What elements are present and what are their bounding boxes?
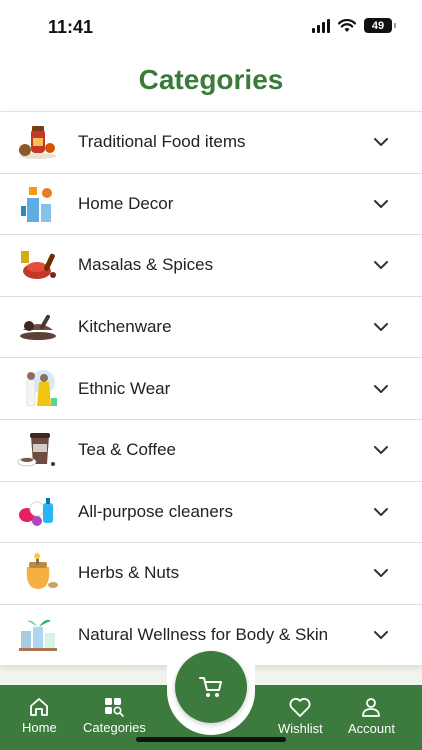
category-label: Tea & Coffee bbox=[78, 440, 176, 460]
category-label: Ethnic Wear bbox=[78, 378, 171, 398]
nav-categories[interactable]: Categories bbox=[83, 697, 146, 735]
nav-home-label: Home bbox=[22, 720, 57, 735]
chevron-down-icon[interactable] bbox=[366, 127, 396, 157]
category-label: Traditional Food items bbox=[78, 132, 246, 152]
cellular-signal-icon bbox=[312, 18, 330, 33]
home-decor-icon bbox=[17, 183, 59, 225]
category-label: Natural Wellness for Body & Skin bbox=[78, 625, 329, 645]
home-icon bbox=[30, 698, 49, 716]
wifi-icon bbox=[338, 18, 356, 32]
chevron-down-icon[interactable] bbox=[366, 250, 396, 280]
category-row-traditional-food[interactable]: Traditional Food items bbox=[0, 112, 422, 174]
home-indicator bbox=[136, 737, 286, 742]
battery-icon: 49 bbox=[364, 18, 396, 33]
category-label: Home Decor bbox=[78, 193, 174, 213]
wellness-icon bbox=[17, 614, 59, 656]
cart-icon bbox=[199, 677, 222, 697]
category-row-ethnic-wear[interactable]: Ethnic Wear bbox=[0, 358, 422, 420]
cleaners-icon bbox=[17, 491, 59, 533]
ethnic-wear-icon bbox=[17, 368, 59, 410]
category-row-home-decor[interactable]: Home Decor bbox=[0, 173, 422, 236]
page-title: Categories bbox=[138, 64, 284, 95]
chevron-down-icon[interactable] bbox=[366, 558, 396, 588]
chevron-down-icon[interactable] bbox=[366, 374, 396, 404]
categories-icon bbox=[105, 698, 125, 717]
category-label: All-purpose cleaners bbox=[78, 501, 233, 521]
category-row-kitchenware[interactable]: Kitchenware bbox=[0, 296, 422, 359]
heart-icon bbox=[289, 698, 311, 717]
chevron-down-icon[interactable] bbox=[366, 435, 396, 465]
status-bar: 11:41 49 bbox=[0, 0, 422, 52]
honey-jar-icon bbox=[17, 552, 59, 594]
status-icons: 49 bbox=[312, 18, 396, 33]
coffee-cup-icon bbox=[17, 429, 59, 471]
category-label: Herbs & Nuts bbox=[78, 563, 180, 583]
nav-home[interactable]: Home bbox=[22, 697, 57, 735]
category-row-all-purpose-cleaners[interactable]: All-purpose cleaners bbox=[0, 481, 422, 544]
cart-button[interactable] bbox=[175, 651, 247, 723]
spices-icon bbox=[17, 244, 59, 286]
category-row-tea-coffee[interactable]: Tea & Coffee bbox=[0, 419, 422, 482]
chevron-down-icon[interactable] bbox=[366, 312, 396, 342]
kitchenware-icon bbox=[17, 306, 59, 348]
category-row-masalas-spices[interactable]: Masalas & Spices bbox=[0, 235, 422, 297]
nav-wishlist[interactable]: Wishlist bbox=[278, 697, 323, 736]
chevron-down-icon[interactable] bbox=[366, 497, 396, 527]
nav-account-label: Account bbox=[348, 721, 395, 736]
category-row-herbs-nuts[interactable]: Herbs & Nuts bbox=[0, 543, 422, 605]
nav-account[interactable]: Account bbox=[348, 697, 395, 736]
status-time: 11:41 bbox=[48, 17, 94, 37]
pickle-jar-icon bbox=[17, 121, 59, 163]
nav-wishlist-label: Wishlist bbox=[278, 721, 323, 736]
nav-categories-label: Categories bbox=[83, 720, 146, 735]
category-label: Kitchenware bbox=[78, 317, 172, 337]
category-list: Traditional Food items Home Decor Masala… bbox=[0, 111, 422, 667]
chevron-down-icon[interactable] bbox=[366, 189, 396, 219]
user-icon bbox=[362, 698, 381, 717]
chevron-down-icon[interactable] bbox=[366, 620, 396, 650]
category-label: Masalas & Spices bbox=[78, 255, 214, 275]
